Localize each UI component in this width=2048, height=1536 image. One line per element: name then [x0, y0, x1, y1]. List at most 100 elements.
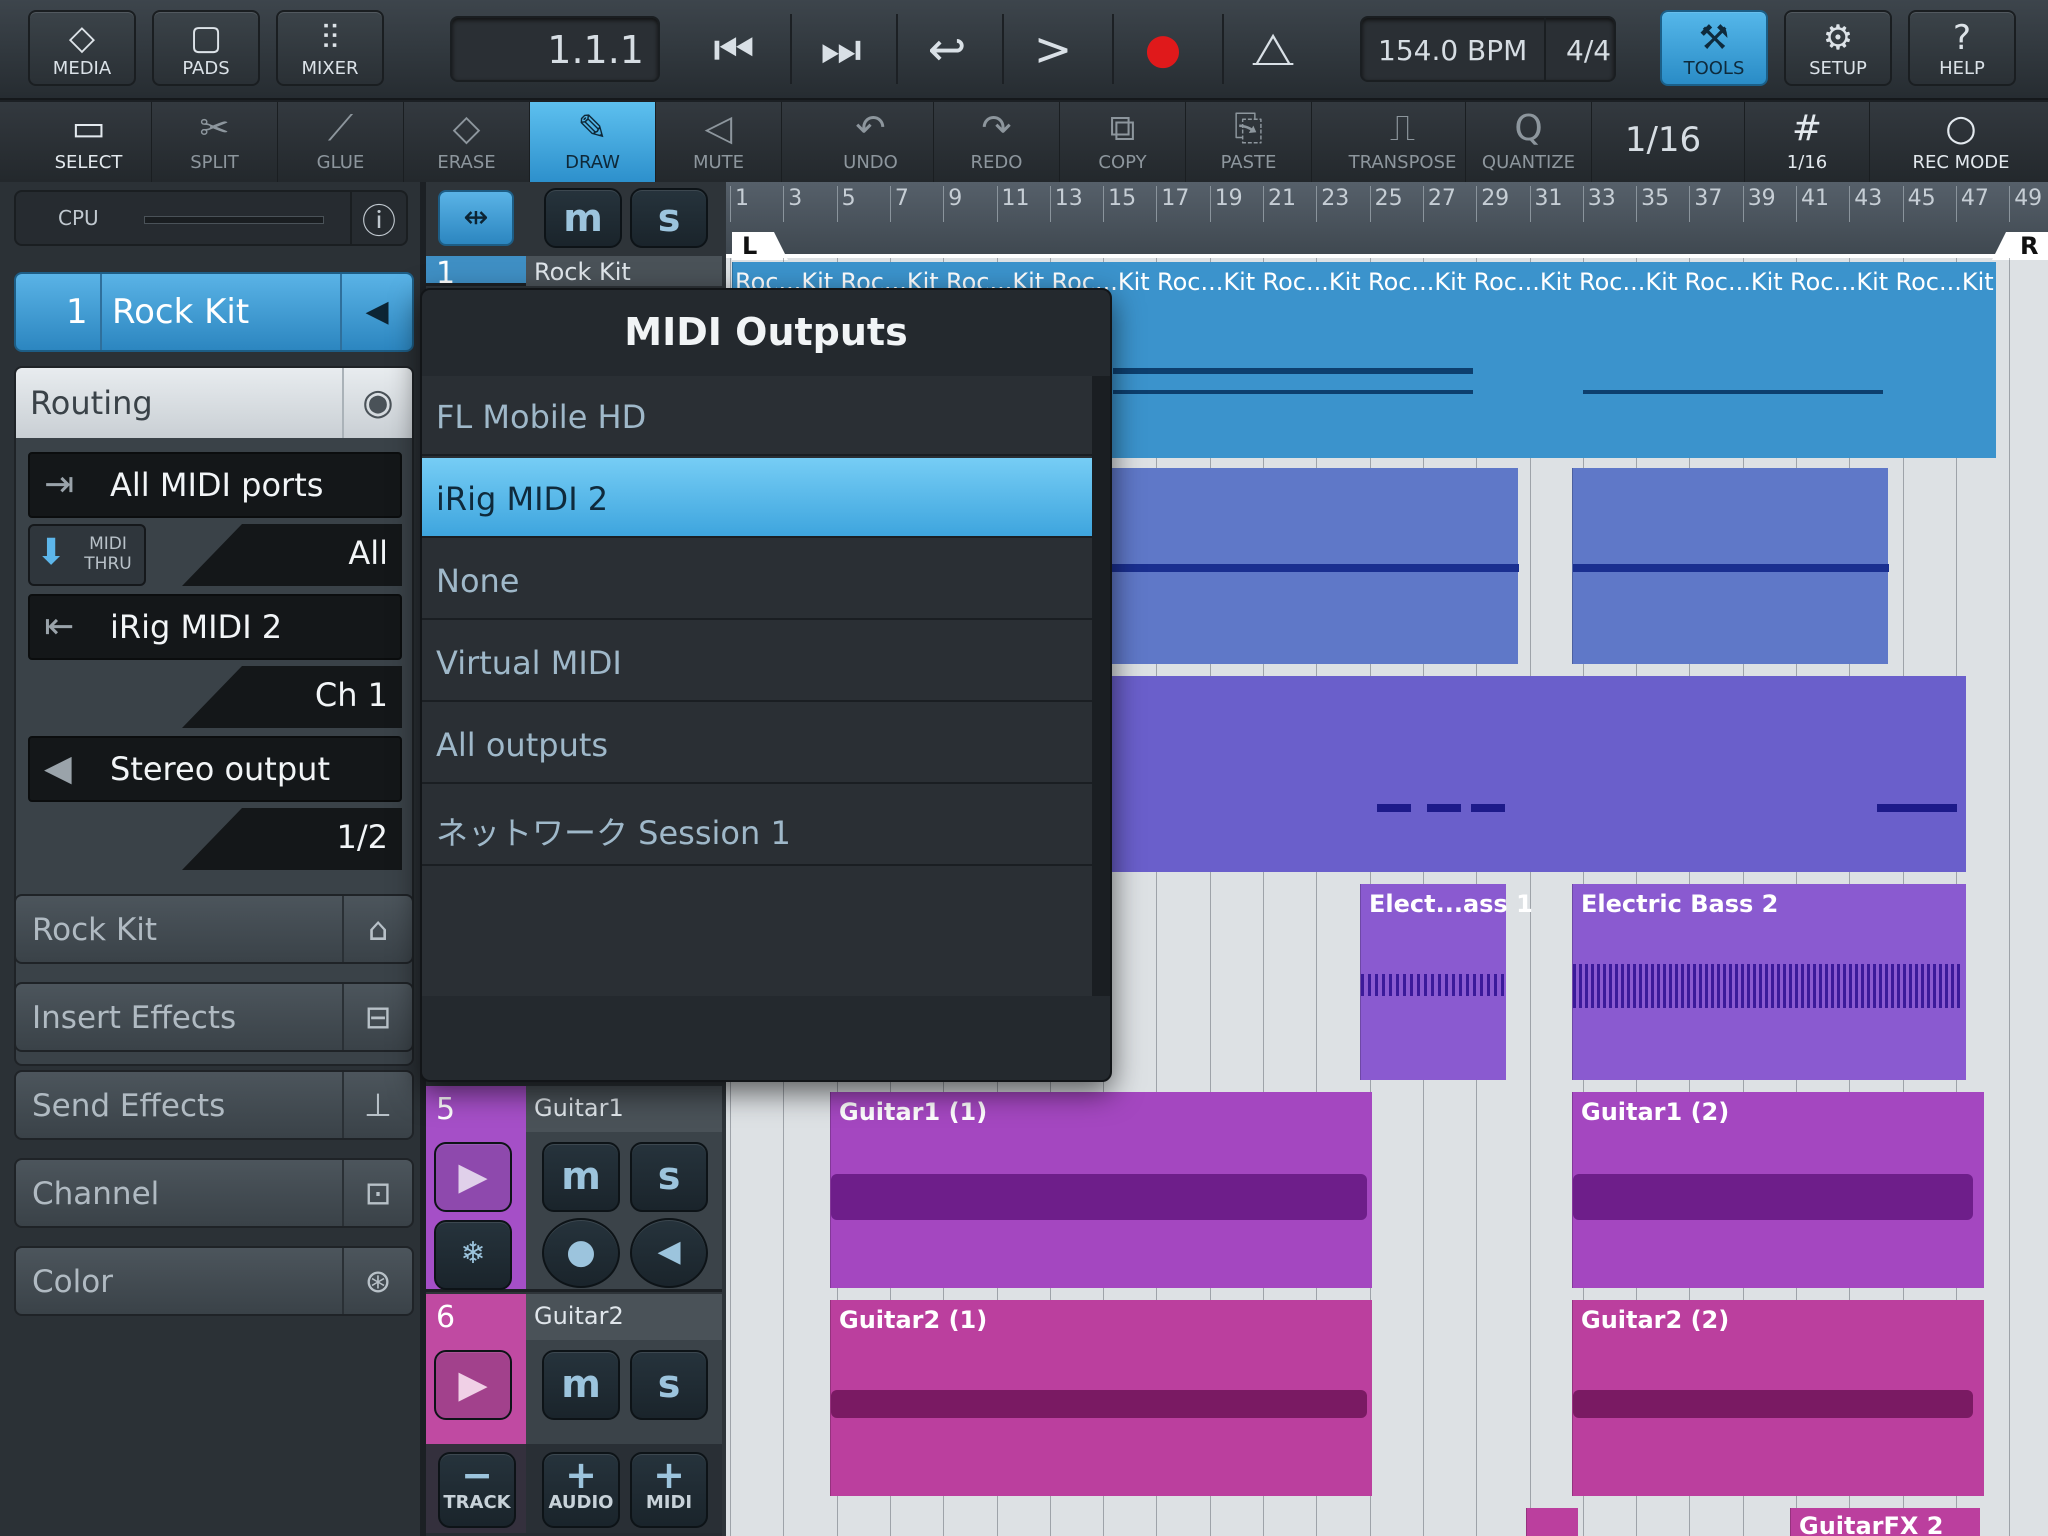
fx-clip-2[interactable]: GuitarFX 2	[1790, 1508, 1980, 1536]
pads-button[interactable]: ▢ PADS	[152, 10, 260, 86]
play-icon[interactable]: ▶	[434, 1142, 512, 1212]
draw-tool[interactable]: ✎ DRAW	[530, 102, 656, 182]
selected-track-header[interactable]: 1 Rock Kit ◀	[14, 272, 414, 352]
media-button[interactable]: ◇ MEDIA	[28, 10, 136, 86]
midi-thru-button[interactable]: ⬇ MIDI THRU	[28, 524, 146, 586]
track-row-5[interactable]: 5 Guitar1 ▶ ❄ m s ● ◀	[426, 1086, 722, 1292]
solo-button[interactable]: s	[630, 1350, 708, 1420]
monitor-icon[interactable]: ◀	[630, 1218, 708, 1288]
split-tool[interactable]: ✂ SPLIT	[152, 102, 278, 182]
ruler-tick-label: 45	[1902, 186, 1936, 222]
clip-title: Guitar2 (1)	[839, 1306, 988, 1334]
mixer-button[interactable]: ⫶⫶ MIXER	[276, 10, 384, 86]
midi-clip[interactable]	[1106, 468, 1519, 664]
rewind-start-icon[interactable]: ⏮	[684, 14, 784, 84]
output-icon: ⇤	[44, 606, 75, 647]
glue-tool[interactable]: ⟋ GLUE	[278, 102, 404, 182]
clip-title: Roc...Kit	[1684, 268, 1783, 296]
track-row-1[interactable]: 1 Rock Kit	[426, 256, 722, 291]
send-effects-button[interactable]: Send Effects ⊥	[14, 1070, 414, 1140]
copy-button[interactable]: ⧉ COPY	[1060, 102, 1186, 182]
record-arm-icon[interactable]: ●	[542, 1218, 620, 1288]
input-channel[interactable]: All	[182, 524, 402, 586]
midi-input-selector[interactable]: ⇥ All MIDI ports	[28, 452, 402, 518]
midi-clip[interactable]	[1106, 676, 1966, 872]
undo-button[interactable]: ↶ UNDO	[808, 102, 934, 182]
record-icon[interactable]: ●	[1112, 14, 1212, 84]
channel-button[interactable]: Channel ⊡	[14, 1158, 414, 1228]
midi-clip[interactable]	[1572, 468, 1889, 664]
timeline-ruler[interactable]: 1 3 5 7 9 11 13 15 17 19 21 23 25 27 29 31 33 35 37 39 41 43 4…	[726, 182, 2048, 258]
alert-icon[interactable]: ⓘ	[354, 194, 404, 242]
midi-output-option[interactable]: None	[422, 540, 1092, 620]
setup-label: SETUP	[1809, 58, 1867, 79]
pads-icon: ▢	[189, 18, 223, 58]
output-channel[interactable]: Ch 1	[182, 666, 402, 728]
quantize-icon: Q	[1514, 108, 1543, 149]
hammer-icon: ⚒	[1698, 18, 1730, 58]
grid-button[interactable]: #1/16	[1744, 102, 1870, 182]
bass-clip-2[interactable]: Electric Bass 2	[1572, 884, 1966, 1080]
position-display[interactable]: 1.1.1	[450, 16, 660, 82]
track-name: Guitar2	[526, 1294, 722, 1340]
erase-tool[interactable]: ◇ ERASE	[404, 102, 530, 182]
play-icon[interactable]: ▶	[434, 1350, 512, 1420]
mute-tool[interactable]: ◁ MUTE	[656, 102, 782, 182]
ruler-tick-label: 17	[1156, 186, 1189, 222]
select-tool[interactable]: ▭ SELECT	[26, 102, 152, 182]
global-solo-button[interactable]: s	[630, 188, 708, 248]
ruler-tick-label: 9	[943, 186, 962, 222]
ruler-tick-label: 33	[1582, 186, 1616, 222]
time-signature: 4/4	[1566, 34, 1612, 67]
copy-label: COPY	[1098, 152, 1147, 173]
midi-output-selector[interactable]: ⇤ iRig MIDI 2	[28, 594, 402, 660]
fx-clip-1[interactable]	[1526, 1508, 1578, 1536]
loop-icon[interactable]: ↩	[896, 14, 996, 84]
play-icon[interactable]: >	[1002, 14, 1102, 84]
insert-effects-button[interactable]: Insert Effects ⊟	[14, 982, 414, 1052]
routing-header[interactable]: Routing ◉	[16, 368, 412, 438]
quantize-button[interactable]: Q QUANTIZE	[1466, 102, 1592, 182]
cpu-bar	[144, 216, 324, 224]
instrument-button[interactable]: Rock Kit ⌂	[14, 894, 414, 964]
transpose-button[interactable]: ⎍ TRANSPOSE	[1340, 102, 1466, 182]
guitar2-clip-1[interactable]: Guitar2 (1)	[830, 1300, 1372, 1496]
solo-button[interactable]: s	[630, 1142, 708, 1212]
setup-button[interactable]: ⚙ SETUP	[1784, 10, 1892, 86]
select-icon: ▭	[71, 108, 106, 149]
metronome-icon[interactable]: ⧍	[1222, 14, 1322, 84]
global-mute-button[interactable]: m	[544, 188, 622, 248]
add-midi-button[interactable]: + MIDI	[630, 1452, 708, 1528]
mute-button[interactable]: m	[542, 1350, 620, 1420]
freeze-icon[interactable]: ❄	[434, 1220, 512, 1290]
remove-track-button[interactable]: − TRACK	[438, 1452, 516, 1528]
popup-scrollbar[interactable]	[1092, 376, 1110, 996]
add-audio-button[interactable]: + AUDIO	[542, 1452, 620, 1528]
tools-button[interactable]: ⚒ TOOLS	[1660, 10, 1768, 86]
rec-mode-button[interactable]: ○ REC MODE	[1896, 102, 2026, 182]
mute-button[interactable]: m	[542, 1142, 620, 1212]
midi-output-option[interactable]: Virtual MIDI	[422, 622, 1092, 702]
guitar1-clip-2[interactable]: Guitar1 (2)	[1572, 1092, 1984, 1288]
audio-output-selector[interactable]: ◀ Stereo output	[28, 736, 402, 802]
guitar1-clip-1[interactable]: Guitar1 (1)	[830, 1092, 1372, 1288]
help-button[interactable]: ? HELP	[1908, 10, 2016, 86]
guitar2-clip-2[interactable]: Guitar2 (2)	[1572, 1300, 1984, 1496]
link-view-button[interactable]: ⇹	[438, 190, 514, 246]
skip-end-icon[interactable]: ⏭	[790, 14, 890, 84]
tempo-display[interactable]: 154.0 BPM 4/4	[1360, 16, 1616, 82]
grid-label: 1/16	[1786, 152, 1828, 173]
paste-button[interactable]: ⎘ PASTE	[1186, 102, 1312, 182]
midi-output-option[interactable]: All outputs	[422, 704, 1092, 784]
waveform	[1361, 974, 1507, 996]
midi-output-option[interactable]: FL Mobile HD	[422, 376, 1092, 456]
collapse-icon[interactable]: ◀	[340, 274, 412, 350]
midi-output-option-selected[interactable]: iRig MIDI 2	[422, 458, 1092, 538]
midi-output-option[interactable]: ネットワーク Session 1	[422, 786, 1092, 866]
color-button[interactable]: Color ⊛	[14, 1246, 414, 1316]
redo-button[interactable]: ↷ REDO	[934, 102, 1060, 182]
bass-clip-1[interactable]: Elect...ass 1	[1360, 884, 1533, 1080]
media-label: MEDIA	[52, 58, 112, 79]
audio-output-channel[interactable]: 1/2	[182, 808, 402, 870]
quantize-value[interactable]: 1/16	[1598, 120, 1728, 166]
